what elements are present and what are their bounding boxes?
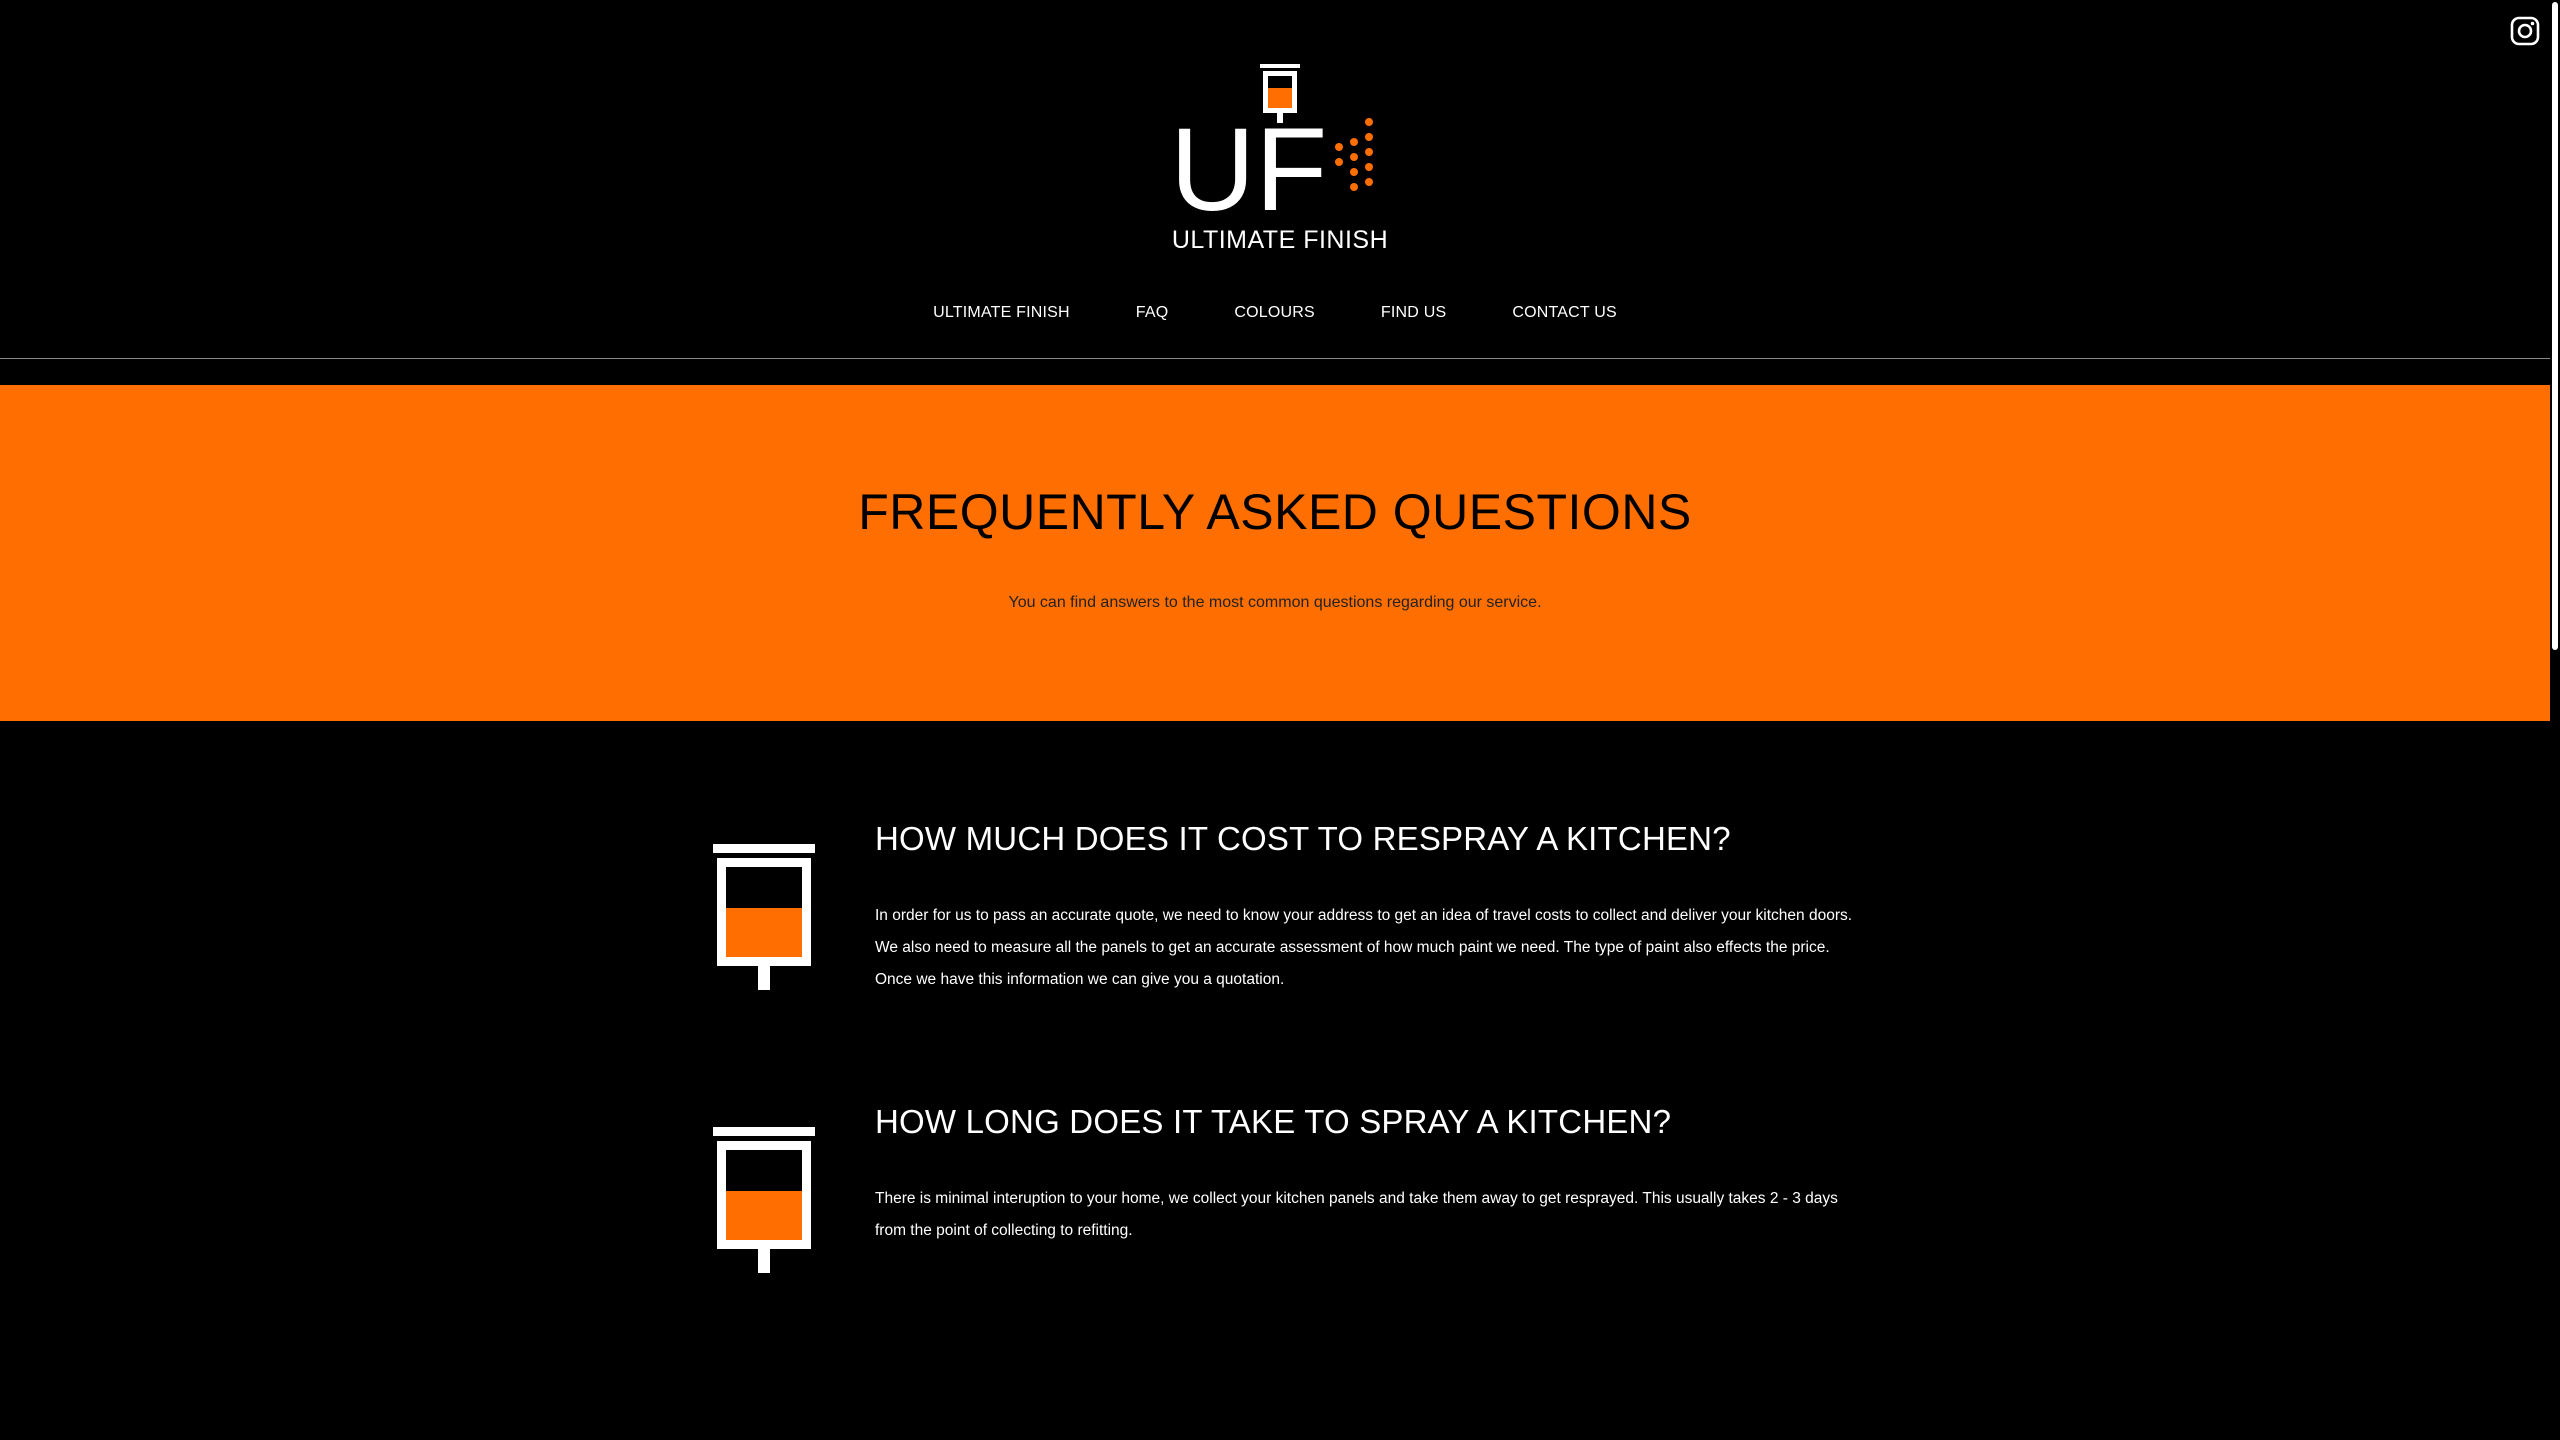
logo-wordmark: ULTIMATE FINISH: [1171, 226, 1389, 254]
logo-letters: UF: [1170, 104, 1327, 222]
paint-roller-icon: [713, 844, 815, 990]
page-title: FREQUENTLY ASKED QUESTIONS: [858, 484, 1692, 540]
nav-item-colours[interactable]: COLOURS: [1232, 300, 1317, 326]
scrollbar-thumb[interactable]: [2552, 2, 2558, 650]
site-logo[interactable]: UF ULTIMATE FINISH: [1160, 62, 1400, 262]
nav-item-ultimate-finish[interactable]: ULTIMATE FINISH: [931, 300, 1072, 326]
faq-answer: In order for us to pass an accurate quot…: [875, 907, 1853, 988]
faq-question: HOW MUCH DOES IT COST TO RESPRAY A KITCH…: [875, 820, 1731, 857]
scrollbar[interactable]: [2550, 0, 2560, 1440]
hero-banner: FREQUENTLY ASKED QUESTIONS You can find …: [0, 385, 2550, 721]
page-subtitle: You can find answers to the most common …: [1008, 594, 1542, 611]
main-nav: ULTIMATE FINISH FAQ COLOURS FIND US CONT…: [0, 300, 2550, 326]
faq-answer: There is minimal interuption to your hom…: [875, 1190, 1838, 1239]
nav-divider: [0, 358, 2550, 359]
faq-question: HOW LONG DOES IT TAKE TO SPRAY A KITCHEN…: [875, 1103, 1672, 1140]
paint-roller-icon: [713, 1127, 815, 1273]
nav-item-faq[interactable]: FAQ: [1134, 300, 1171, 326]
nav-item-find-us[interactable]: FIND US: [1379, 300, 1448, 326]
instagram-icon[interactable]: [2510, 16, 2540, 46]
nav-item-contact-us[interactable]: CONTACT US: [1510, 300, 1619, 326]
